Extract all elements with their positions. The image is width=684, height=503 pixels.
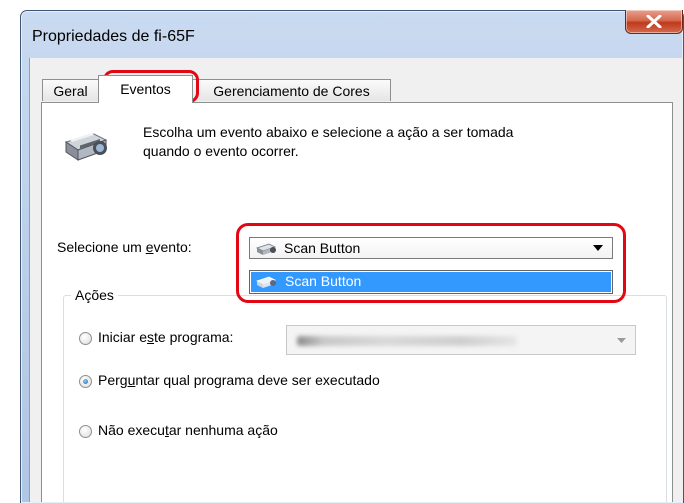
program-select: [286, 325, 636, 355]
close-button[interactable]: [625, 10, 683, 34]
ask-program-label-pre: Perg: [98, 372, 128, 388]
no-action-label-pre: Não execu: [98, 422, 165, 438]
no-action-label-post: ar nenhuma ação: [168, 422, 278, 438]
ask-program-label[interactable]: Perguntar qual programa deve ser executa…: [98, 372, 380, 388]
event-label-post: vento:: [153, 239, 192, 255]
start-program-label[interactable]: Iniciar este programa:: [98, 329, 233, 345]
start-program-label-post: te programa:: [154, 329, 234, 345]
program-name-obscured: [297, 336, 517, 346]
highlight-event-select: [236, 223, 626, 303]
window-title: Propriedades de fi-65F: [32, 28, 195, 45]
tab-eventos[interactable]: Eventos: [98, 75, 193, 103]
start-program-accesskey: s: [147, 329, 155, 345]
event-label: Selecione um evento:: [57, 239, 192, 255]
actions-legend: Ações: [71, 287, 118, 303]
tab-gerenciamento-de-cores[interactable]: Gerenciamento de Cores: [192, 79, 391, 101]
description-line-1: Escolha um evento abaixo e selecione a a…: [143, 124, 514, 140]
start-program-radio[interactable]: [79, 332, 92, 345]
scanner-icon: [64, 133, 108, 161]
ask-program-radio[interactable]: [79, 375, 92, 388]
properties-dialog: Propriedades de fi-65F Geral Gerenciamen…: [0, 0, 684, 503]
tab-geral[interactable]: Geral: [42, 79, 99, 101]
event-label-accesskey: e: [145, 239, 154, 255]
event-label-pre: Selecione um: [57, 239, 146, 255]
no-action-radio[interactable]: [79, 425, 92, 438]
description-line-2: quando o evento ocorrer.: [143, 143, 299, 159]
start-program-label-pre: Iniciar e: [98, 329, 148, 345]
no-action-label[interactable]: Não executar nenhuma ação: [98, 422, 278, 438]
ask-program-label-post: ntar qual programa deve ser executado: [135, 372, 380, 388]
dropdown-arrow-icon: [617, 338, 626, 343]
close-icon: [646, 15, 662, 28]
